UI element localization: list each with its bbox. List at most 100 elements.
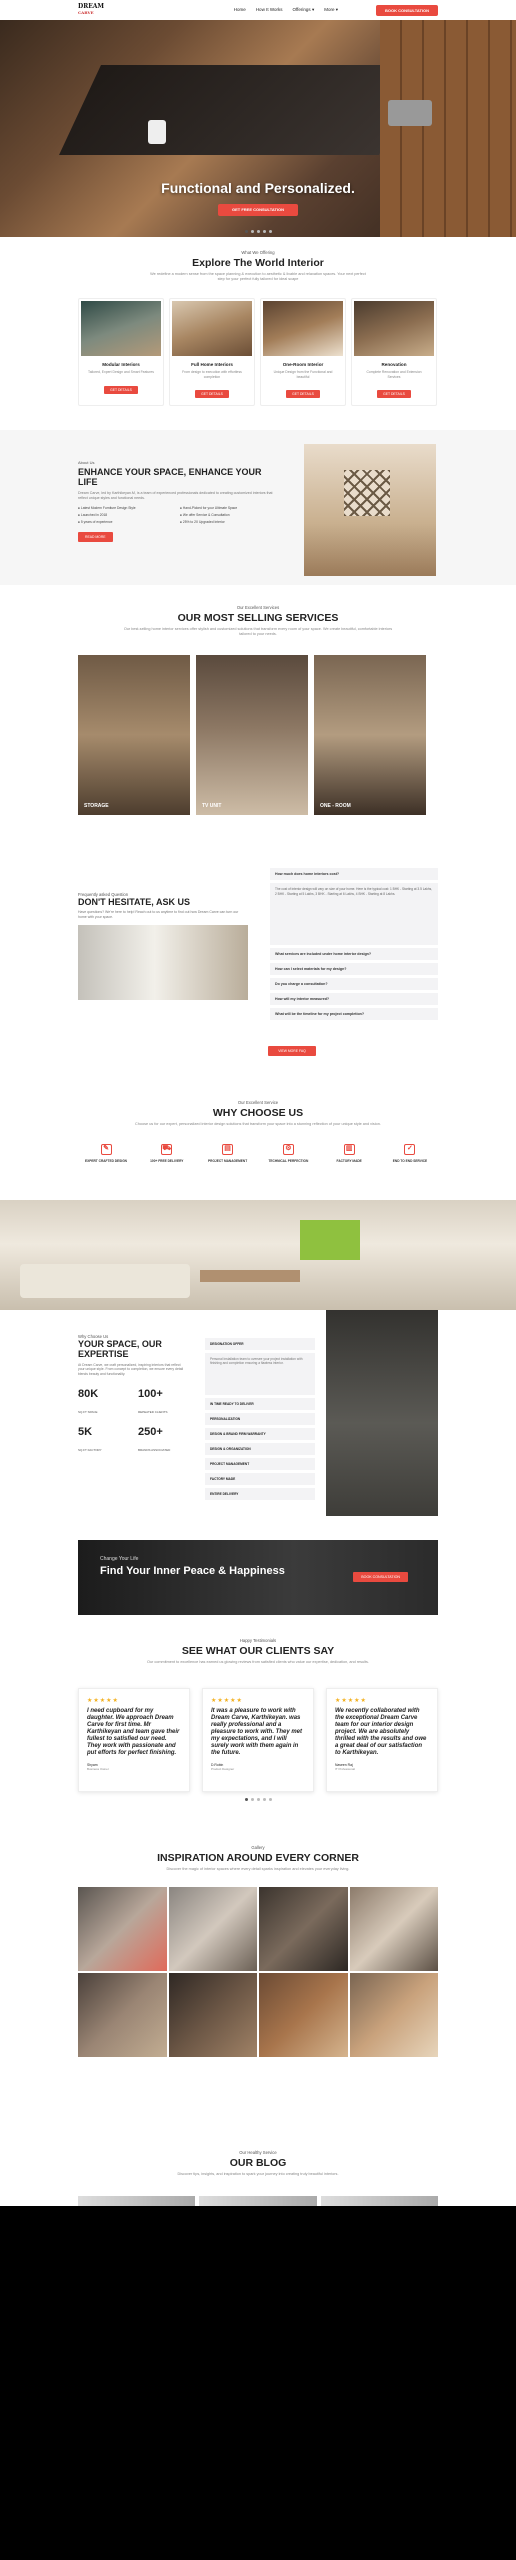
testimonial-quote: It was a pleasure to work with Dream Car… [211,1708,303,1756]
accordion-item[interactable]: PROJECT MANAGEMENT [205,1458,315,1470]
book-consultation-button[interactable]: BOOK CONSULTATION [376,4,438,16]
nav-offerings[interactable]: Offerings ▾ [292,7,314,13]
gallery-image[interactable] [78,1887,167,1971]
testimonial-dot[interactable] [262,1798,266,1801]
faq-question[interactable]: How will my interior measured? [270,993,438,1005]
faq-accordion: How much does home interiors cost? The c… [270,868,438,1023]
faq-question[interactable]: What services are included under home in… [270,948,438,960]
peace-small: Change Your Life [100,1556,139,1562]
gallery-image[interactable] [168,1973,257,2057]
service-label: TV UNIT [202,803,222,809]
blog-eyebrow: Our Healthy Service [239,2150,277,2155]
peace-cta-button[interactable]: BOOK CONSULTATION [353,1572,408,1582]
list-item: 25% to 2X Upgraded Interior [180,520,278,524]
about-text: Dream Carve, led by Karthikeyan.M, is a … [78,491,273,500]
hero-dot[interactable] [250,230,254,233]
card-title: Full Home Interiors [191,362,233,367]
peace-title: Find Your Inner Peace & Happiness [100,1565,285,1577]
accordion-item[interactable]: ENTIRE DELIVERY [205,1488,315,1500]
service-label: ONE - ROOM [320,803,351,809]
blog-card[interactable] [199,2196,317,2206]
testimonial-cards: ★★★★★ I need cupboard for my daughter. W… [78,1688,438,1792]
get-details-button[interactable]: GET DETAILS [104,385,138,394]
testimonial-dot[interactable] [244,1798,248,1801]
service-tile-one-room[interactable]: ONE - ROOM [314,655,426,815]
about-image-window [344,470,390,516]
inspiration-title: INSPIRATION AROUND EVERY CORNER [157,1852,359,1864]
feature-label: EXPERT CRAFTED DESIGN [85,1159,127,1163]
offering-card[interactable]: One-Room Interior Unique Design from the… [260,298,346,406]
feature-item: ▤ PROJECT MANAGEMENT [200,1144,256,1163]
hero-slider: Functional and Personalized. GET FREE CO… [0,20,516,237]
selling-title: OUR MOST SELLING SERVICES [177,612,339,624]
faq-question[interactable]: Do you charge a consultation? [270,978,438,990]
nav-how-it-works[interactable]: How It Works [256,7,283,13]
faq-question[interactable]: What will be the timeline for my project… [270,1008,438,1020]
hero-cta-button[interactable]: GET FREE CONSULTATION [218,204,298,216]
main-menu: Home How It Works Offerings ▾ More ▾ [234,7,338,13]
accordion-item[interactable]: IN TIME READY TO DELIVER [205,1398,315,1410]
service-tile-tv-unit[interactable]: TV UNIT [196,655,308,815]
gallery-image[interactable] [259,1887,348,1971]
selling-services-section: Our Excellent Services OUR MOST SELLING … [0,605,516,815]
expertise-section: Why Choose Us YOUR SPACE, OUR EXPERTISE … [0,1310,516,1520]
offering-card[interactable]: Full Home Interiors From design to execu… [169,298,255,406]
why-title: WHY CHOOSE US [212,1107,304,1119]
logo[interactable]: DREAM CARVE [78,4,110,16]
hero-dot[interactable] [262,230,266,233]
testimonial-dot[interactable] [256,1798,260,1801]
accordion-item[interactable]: FACTORY MADE [205,1473,315,1485]
faq-question[interactable]: How can I select materials for my design… [270,963,438,975]
stat: 100+ REPEATED CLIENTS [138,1388,168,1415]
hero-image-cabinets [380,20,516,237]
get-details-button[interactable]: GET DETAILS [195,390,229,398]
testimonial-quote: We recently collaborated with the except… [335,1708,427,1756]
testimonial-dot[interactable] [250,1798,254,1801]
card-image [81,301,161,356]
explore-subtitle: We redefine a modern sense from the spac… [150,272,366,281]
get-details-button[interactable]: GET DETAILS [377,390,411,398]
hero-dot[interactable] [244,230,248,233]
feature-label: 100+ FREE DELIVERY [150,1159,184,1163]
expertise-accordion: DESIGNATION OFFER Personal Installation … [205,1338,315,1503]
faq-text: Have questions? We're here to help! Reac… [78,910,239,919]
offering-card[interactable]: Modular Interiors Tailored, Expert Desig… [78,298,164,406]
testimonial-dot[interactable] [268,1798,272,1801]
testimonial-role: IT Professional [335,1767,355,1771]
card-image [354,301,434,356]
card-image [263,301,343,356]
gallery-image[interactable] [259,1973,348,2057]
list-item: We offer Service & Consultation [180,513,278,517]
service-tile-storage[interactable]: STORAGE [78,655,190,815]
faq-answer: The cost of interior design will vary on… [270,883,438,945]
about-eyebrow: About Us [78,460,95,465]
about-title: ENHANCE YOUR SPACE, ENHANCE YOUR LIFE [78,467,262,487]
faq-question[interactable]: How much does home interiors cost? [270,868,438,880]
gallery-image[interactable] [349,1973,438,2057]
feature-list: ✎ EXPERT CRAFTED DESIGN ⛟ 100+ FREE DELIVE… [78,1144,438,1163]
nav-home[interactable]: Home [234,7,246,13]
feature-item: ⚙ TECHNICAL PERFECTION [260,1144,316,1163]
accordion-item[interactable]: DESIGN & ORGANIZATION [205,1443,315,1455]
about-section: About Us ENHANCE YOUR SPACE, ENHANCE YOU… [0,430,516,585]
read-more-button[interactable]: READ MORE [78,532,113,543]
accordion-item[interactable]: PERSONALIZATION [205,1413,315,1425]
accordion-item[interactable]: DESIGNATION OFFER [205,1338,315,1350]
blog-card[interactable] [320,2196,438,2206]
hero-image-sink [388,100,432,126]
blog-card[interactable] [78,2196,196,2206]
gallery-image[interactable] [349,1887,438,1971]
hero-dot[interactable] [256,230,260,233]
blog-title: OUR BLOG [229,2157,287,2169]
offering-card[interactable]: Renovation Complete Renovation and Exten… [351,298,437,406]
accordion-item[interactable]: DESIGN & BRAND FIRM WARRANTY [205,1428,315,1440]
banner-sofa [20,1264,190,1298]
offering-cards: Modular Interiors Tailored, Expert Desig… [78,298,437,406]
hero-dot[interactable] [268,230,272,233]
nav-more[interactable]: More ▾ [324,7,338,13]
view-more-faq-button[interactable]: VIEW MORE FAQ [268,1046,316,1056]
get-details-button[interactable]: GET DETAILS [286,390,320,398]
gallery-image[interactable] [168,1887,257,1971]
gallery-image[interactable] [78,1973,167,2057]
explore-section: What We Offering Explore The World Inter… [0,250,516,406]
